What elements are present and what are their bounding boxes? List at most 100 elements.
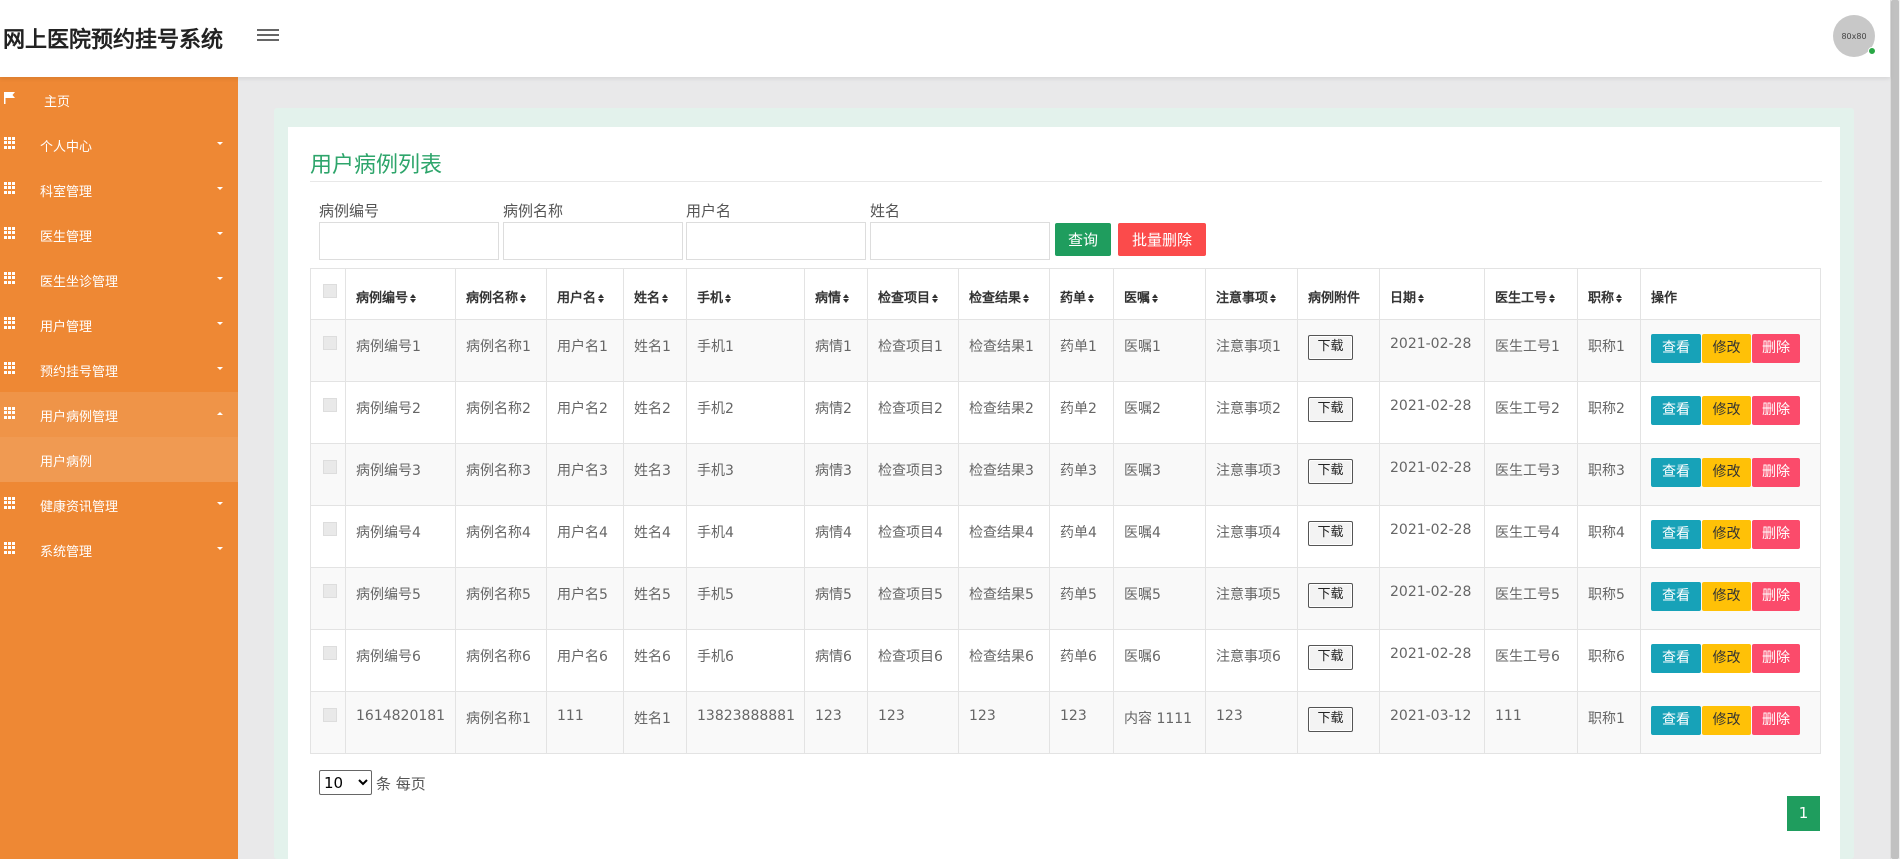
column-header[interactable]: 检查结果 <box>958 268 1050 320</box>
delete-button[interactable]: 删除 <box>1752 644 1800 673</box>
column-header[interactable]: 姓名 <box>623 268 687 320</box>
delete-button[interactable]: 删除 <box>1752 458 1800 487</box>
column-header[interactable]: 药单 <box>1049 268 1114 320</box>
column-header[interactable]: 注意事项 <box>1205 268 1298 320</box>
column-header[interactable]: 病情 <box>804 268 868 320</box>
view-button[interactable]: 查看 <box>1651 644 1701 673</box>
row-checkbox-cell <box>310 629 346 692</box>
column-header[interactable]: 病例名称 <box>455 268 547 320</box>
sort-icon[interactable] <box>662 294 669 303</box>
view-button[interactable]: 查看 <box>1651 334 1701 363</box>
view-button[interactable]: 查看 <box>1651 458 1701 487</box>
pagination-page-1[interactable]: 1 <box>1787 796 1820 831</box>
case-name-input[interactable] <box>503 222 683 260</box>
delete-button[interactable]: 删除 <box>1752 582 1800 611</box>
download-button[interactable]: 下载 <box>1308 707 1353 732</box>
actions-cell: 查看 修改 删除 <box>1640 629 1821 692</box>
row-checkbox[interactable] <box>323 398 337 412</box>
column-header-label: 检查结果 <box>969 291 1022 306</box>
chevron-down-icon <box>217 232 223 235</box>
table-row: 病例编号3 病例名称3 用户名3 姓名3 手机3 病情3 检查项目3 检查结果3 药单3 医嘱3 注… <box>310 443 1821 506</box>
sort-icon[interactable] <box>1616 294 1623 303</box>
row-checkbox[interactable] <box>323 336 337 350</box>
username-input[interactable] <box>686 222 866 260</box>
download-button[interactable]: 下载 <box>1308 645 1353 670</box>
table-cell: 医生工号1 <box>1484 319 1578 382</box>
row-checkbox[interactable] <box>323 646 337 660</box>
sidebar-item-health-news[interactable]: 健康资讯管理 <box>0 482 238 527</box>
batch-delete-button[interactable]: 批量删除 <box>1118 223 1206 256</box>
sort-icon[interactable] <box>1023 294 1030 303</box>
view-button[interactable]: 查看 <box>1651 706 1701 735</box>
edit-button[interactable]: 修改 <box>1702 520 1751 549</box>
sort-icon[interactable] <box>598 294 605 303</box>
sort-icon[interactable] <box>1418 294 1425 303</box>
edit-button[interactable]: 修改 <box>1702 582 1751 611</box>
page-size-select[interactable]: 10 <box>319 770 372 795</box>
sidebar-item-home[interactable]: 主页 <box>0 77 238 122</box>
sidebar-item-appointments[interactable]: 预约挂号管理 <box>0 347 238 392</box>
sort-icon[interactable] <box>1152 294 1159 303</box>
view-button[interactable]: 查看 <box>1651 396 1701 425</box>
row-checkbox[interactable] <box>323 708 337 722</box>
column-header[interactable]: 医生工号 <box>1484 268 1578 320</box>
sort-icon[interactable] <box>1549 294 1556 303</box>
table-cell: 职称1 <box>1577 319 1641 382</box>
edit-button[interactable]: 修改 <box>1702 396 1751 425</box>
delete-button[interactable]: 删除 <box>1752 334 1800 363</box>
delete-button[interactable]: 删除 <box>1752 396 1800 425</box>
column-header[interactable]: 用户名 <box>546 268 624 320</box>
scrollbar-thumb[interactable] <box>1891 0 1899 859</box>
download-button[interactable]: 下载 <box>1308 583 1353 608</box>
view-button[interactable]: 查看 <box>1651 520 1701 549</box>
sort-icon[interactable] <box>843 294 850 303</box>
edit-button[interactable]: 修改 <box>1702 458 1751 487</box>
table-cell: 111 <box>546 691 624 754</box>
sort-icon[interactable] <box>932 294 939 303</box>
delete-button[interactable]: 删除 <box>1752 706 1800 735</box>
query-button[interactable]: 查询 <box>1055 223 1111 256</box>
sidebar: 主页 个人中心 科室管理 医生管理 医生坐诊管理 用户管理 预约挂号管理 用户病… <box>0 77 238 859</box>
table-cell: 用户名6 <box>546 629 624 692</box>
sidebar-item-user-cases[interactable]: 用户病例管理 <box>0 392 238 437</box>
case-no-input[interactable] <box>319 222 499 260</box>
view-button[interactable]: 查看 <box>1651 582 1701 611</box>
edit-button[interactable]: 修改 <box>1702 334 1751 363</box>
row-checkbox[interactable] <box>323 522 337 536</box>
hamburger-menu-icon[interactable] <box>257 26 279 44</box>
sort-icon[interactable] <box>1270 294 1277 303</box>
sidebar-item-system[interactable]: 系统管理 <box>0 527 238 572</box>
edit-button[interactable]: 修改 <box>1702 706 1751 735</box>
edit-button[interactable]: 修改 <box>1702 644 1751 673</box>
row-checkbox[interactable] <box>323 584 337 598</box>
sidebar-item-doctor[interactable]: 医生管理 <box>0 212 238 257</box>
sort-icon[interactable] <box>520 294 527 303</box>
vertical-scrollbar[interactable] <box>1890 0 1900 859</box>
table-cell: 药单2 <box>1049 381 1114 444</box>
column-header[interactable]: 病例编号 <box>345 268 456 320</box>
download-button[interactable]: 下载 <box>1308 521 1353 546</box>
column-header-label: 医生工号 <box>1495 291 1548 306</box>
sidebar-item-users[interactable]: 用户管理 <box>0 302 238 347</box>
column-header[interactable]: 医嘱 <box>1113 268 1206 320</box>
sort-icon[interactable] <box>1088 294 1095 303</box>
download-button[interactable]: 下载 <box>1308 459 1353 484</box>
column-header[interactable]: 职称 <box>1577 268 1641 320</box>
sort-icon[interactable] <box>725 294 732 303</box>
column-header[interactable]: 手机 <box>686 268 805 320</box>
download-button[interactable]: 下载 <box>1308 397 1353 422</box>
column-header[interactable]: 检查项目 <box>867 268 959 320</box>
select-all-checkbox[interactable] <box>323 284 337 298</box>
sidebar-item-personal-center[interactable]: 个人中心 <box>0 122 238 167</box>
sort-icon[interactable] <box>410 294 417 303</box>
download-button[interactable]: 下载 <box>1308 335 1353 360</box>
table-cell: 病例名称1 <box>455 691 547 754</box>
delete-button[interactable]: 删除 <box>1752 520 1800 549</box>
sidebar-item-doctor-schedule[interactable]: 医生坐诊管理 <box>0 257 238 302</box>
sidebar-item-department[interactable]: 科室管理 <box>0 167 238 212</box>
table-cell: 病情2 <box>804 381 868 444</box>
row-checkbox[interactable] <box>323 460 337 474</box>
column-header[interactable]: 日期 <box>1379 268 1485 320</box>
name-input[interactable] <box>870 222 1050 260</box>
sidebar-subitem-user-case[interactable]: 用户病例 <box>0 437 238 482</box>
